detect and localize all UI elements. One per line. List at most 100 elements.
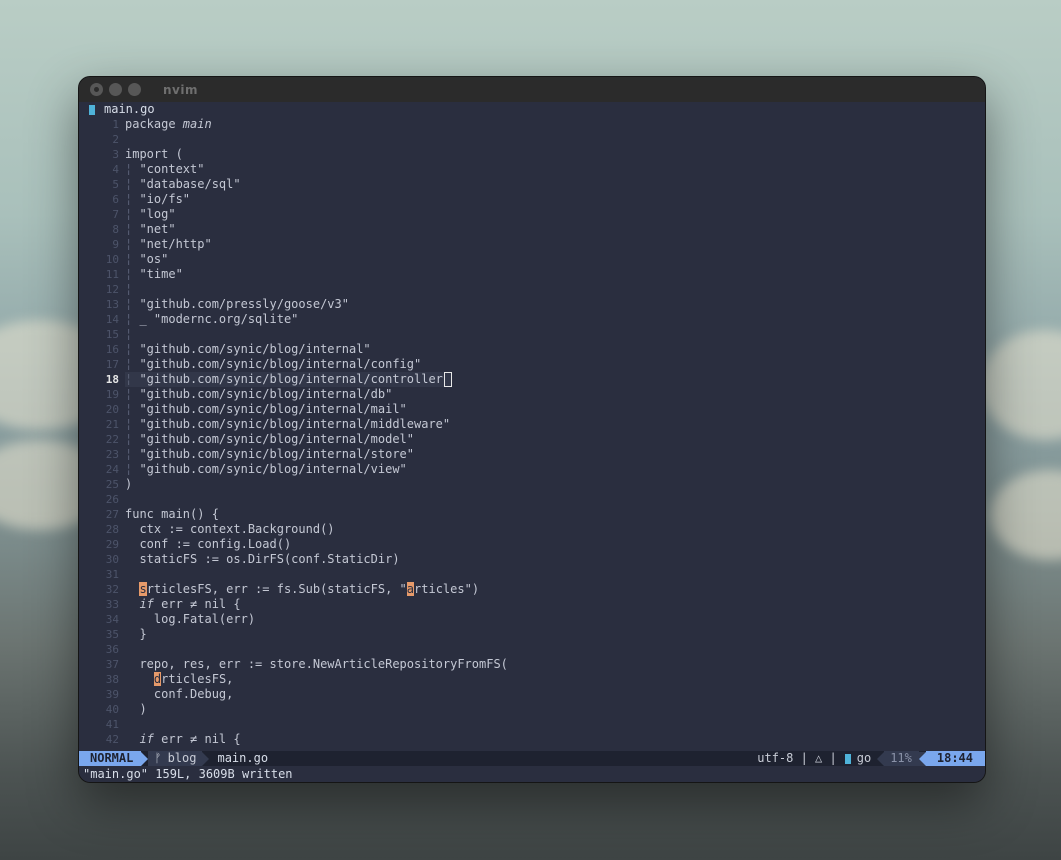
code-line[interactable]: 40 ) [79, 702, 985, 717]
code-line[interactable]: 18 ¦ "github.com/synic/blog/internal/cont… [79, 372, 985, 387]
indent-guide: ¦ [125, 342, 140, 356]
code-line[interactable]: 26 [79, 492, 985, 507]
code-text: package [125, 117, 183, 131]
code-line[interactable]: 11 ¦ "time" [79, 267, 985, 282]
indent-guide: ¦ [125, 432, 140, 446]
code-line[interactable]: 6 ¦ "io/fs" [79, 192, 985, 207]
line-text: repo, res, err := store.NewArticleReposi… [125, 657, 507, 672]
command-line[interactable]: "main.go" 159L, 3609B written [79, 766, 985, 782]
line-number: 27 [105, 508, 119, 521]
code-line[interactable]: 36 [79, 642, 985, 657]
code-line[interactable]: 13 ¦ "github.com/pressly/goose/v3" [79, 297, 985, 312]
indent-guide [125, 657, 139, 671]
indent-guide: ¦ [125, 177, 140, 191]
line-number: 40 [105, 703, 119, 716]
code-line[interactable]: 22 ¦ "github.com/synic/blog/internal/mode… [79, 432, 985, 447]
minimize-button[interactable] [109, 83, 122, 96]
zoom-button[interactable] [128, 83, 141, 96]
go-file-icon [89, 104, 95, 115]
code-line[interactable]: 16 ¦ "github.com/synic/blog/internal" [79, 342, 985, 357]
code-line[interactable]: 35 } [79, 627, 985, 642]
code-buffer[interactable]: 1 package main 2 3 import (4 ¦ "context" 5 ¦ "d… [79, 117, 985, 747]
line-text: ¦ "github.com/pressly/goose/v3" [125, 297, 349, 312]
indent-guide [125, 672, 154, 686]
line-number: 7 [112, 208, 119, 221]
line-text: conf := config.Load() [125, 537, 291, 552]
line-number: 29 [105, 538, 119, 551]
code-line[interactable]: 17 ¦ "github.com/synic/blog/internal/conf… [79, 357, 985, 372]
indent-guide [125, 582, 139, 596]
code-text: staticFS := os.DirFS(conf.StaticDir) [139, 552, 400, 566]
line-text: ¦ [125, 327, 139, 342]
code-line[interactable]: 5 ¦ "database/sql" [79, 177, 985, 192]
line-number: 26 [105, 493, 119, 506]
line-number: 5 [112, 178, 119, 191]
code-line[interactable]: 8 ¦ "net" [79, 222, 985, 237]
code-line[interactable]: 14 ¦ _ "modernc.org/sqlite" [79, 312, 985, 327]
indent-guide: ¦ [125, 252, 140, 266]
code-line[interactable]: 41 [79, 717, 985, 732]
code-line[interactable]: 19 ¦ "github.com/synic/blog/internal/db" [79, 387, 985, 402]
code-line[interactable]: 31 [79, 567, 985, 582]
code-line[interactable]: 7 ¦ "log" [79, 207, 985, 222]
code-line[interactable]: 38 drticlesFS, [79, 672, 985, 687]
line-number: 21 [105, 418, 119, 431]
go-filetype-icon [844, 753, 851, 764]
indent-guide [125, 732, 139, 746]
code-line[interactable]: 10 ¦ "os" [79, 252, 985, 267]
code-text: _ "modernc.org/sqlite" [139, 312, 299, 326]
indent-guide: ¦ [125, 162, 140, 176]
code-line[interactable]: 21 ¦ "github.com/synic/blog/internal/midd… [79, 417, 985, 432]
line-number: 22 [105, 433, 119, 446]
code-line[interactable]: 27 func main() { [79, 507, 985, 522]
code-line[interactable]: 15 ¦ [79, 327, 985, 342]
code-text: err ≠ nil { [153, 732, 241, 746]
line-number: 33 [105, 598, 119, 611]
code-line[interactable]: 2 [79, 132, 985, 147]
line-text: package main [125, 117, 212, 132]
code-line[interactable]: 29 conf := config.Load() [79, 537, 985, 552]
code-line[interactable]: 30 staticFS := os.DirFS(conf.StaticDir) [79, 552, 985, 567]
code-line[interactable]: 32 srticlesFS, err := fs.Sub(staticFS, "… [79, 582, 985, 597]
line-text: ¦ "github.com/synic/blog/internal/db" [125, 387, 392, 402]
close-button[interactable] [90, 83, 103, 96]
code-text: conf := config.Load() [139, 537, 292, 551]
code-text: err ≠ nil { [153, 597, 241, 611]
keyword: main [182, 117, 212, 131]
code-line[interactable]: 9 ¦ "net/http" [79, 237, 985, 252]
git-branch: ᚠ blog [148, 751, 203, 766]
code-line[interactable]: 28 ctx := context.Background() [79, 522, 985, 537]
code-line[interactable]: 24 ¦ "github.com/synic/blog/internal/view… [79, 462, 985, 477]
code-text: ) [125, 477, 133, 491]
line-number: 4 [112, 163, 119, 176]
line-number: 23 [105, 448, 119, 461]
code-line[interactable]: 25) [79, 477, 985, 492]
indent-guide [125, 627, 139, 641]
cursor-position: 18:44 [925, 751, 985, 766]
editor-area[interactable]: main.go 1 package main 2 3 import (4 ¦ "conte… [79, 102, 985, 751]
line-text: import ( [125, 147, 183, 162]
line-text: ¦ "github.com/synic/blog/internal/store" [125, 447, 414, 462]
code-line[interactable]: 34 log.Fatal(err) [79, 612, 985, 627]
code-line[interactable]: 42 if err ≠ nil { [79, 732, 985, 747]
code-line[interactable]: 4 ¦ "context" [79, 162, 985, 177]
code-line[interactable]: 23 ¦ "github.com/synic/blog/internal/stor… [79, 447, 985, 462]
line-number: 42 [105, 733, 119, 746]
indent-guide: ¦ [125, 192, 140, 206]
cloud-decoration [980, 330, 1061, 440]
code-text: "io/fs" [139, 192, 191, 206]
code-line[interactable]: 1 package main [79, 117, 985, 132]
code-line[interactable]: 39 conf.Debug, [79, 687, 985, 702]
code-line[interactable]: 12 ¦ [79, 282, 985, 297]
code-text: "github.com/pressly/goose/v3" [139, 297, 349, 311]
code-line[interactable]: 3 import ( [79, 147, 985, 162]
line-text: ¦ "os" [125, 252, 168, 267]
code-text: rticlesFS, err := fs.Sub(staticFS, " [146, 582, 407, 596]
code-line[interactable]: 20 ¦ "github.com/synic/blog/internal/mail… [79, 402, 985, 417]
code-text: conf.Debug, [153, 687, 234, 701]
code-text: "os" [139, 252, 169, 266]
code-line[interactable]: 33 if err ≠ nil { [79, 597, 985, 612]
line-text: ¦ _ "modernc.org/sqlite" [125, 312, 298, 327]
code-line[interactable]: 37 repo, res, err := store.NewArticleRep… [79, 657, 985, 672]
buffer-tab[interactable]: main.go [79, 102, 985, 117]
